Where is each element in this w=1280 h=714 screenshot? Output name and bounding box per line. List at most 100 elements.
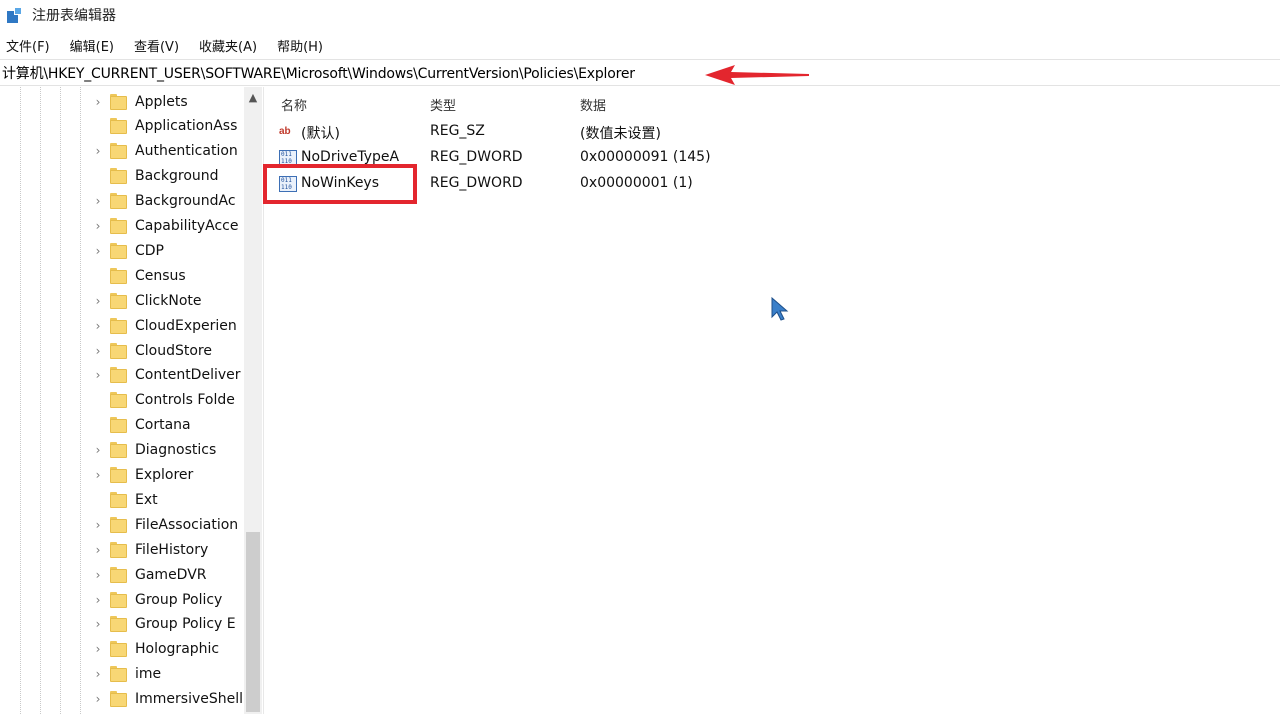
folder-icon: [110, 317, 127, 334]
value-name: NoDriveTypeA: [301, 149, 400, 165]
scroll-thumb[interactable]: [246, 532, 260, 712]
chevron-right-icon[interactable]: ›: [92, 95, 104, 109]
tree-item[interactable]: › CDP: [92, 238, 252, 263]
tree-item[interactable]: › Authentication: [92, 139, 252, 164]
tree-item[interactable]: ApplicationAss: [92, 114, 252, 139]
tree-item-label: BackgroundAc: [135, 193, 236, 210]
chevron-right-icon[interactable]: ›: [92, 593, 104, 607]
value-data: 0x00000091 (145): [580, 149, 711, 165]
tree-item[interactable]: › ClickNote: [92, 288, 252, 313]
folder-icon: [110, 591, 127, 608]
tree-scrollbar[interactable]: ▲: [244, 87, 262, 714]
folder-icon: [110, 616, 127, 633]
column-header-type[interactable]: 类型: [430, 95, 456, 114]
tree-item-label: CloudStore: [135, 342, 212, 359]
folder-icon: [110, 193, 127, 210]
tree-item[interactable]: › Explorer: [92, 463, 252, 488]
tree-item-label: FileAssociation: [135, 516, 239, 533]
annotation-highlight-box: [263, 164, 417, 204]
menu-view[interactable]: 查看(V): [134, 36, 179, 55]
folder-icon: [110, 143, 127, 160]
address-bar[interactable]: 计算机\HKEY_CURRENT_USER\SOFTWARE\Microsoft…: [0, 59, 1280, 86]
tree-item-label: Explorer: [135, 467, 194, 483]
tree-item-label: Authentication: [135, 143, 238, 160]
folder-icon: [110, 666, 127, 683]
value-type: REG_SZ: [430, 123, 485, 139]
menu-edit[interactable]: 编辑(E): [70, 36, 114, 55]
chevron-right-icon[interactable]: ›: [92, 144, 104, 158]
tree-item-label: ApplicationAss: [135, 118, 238, 135]
chevron-right-icon[interactable]: ›: [92, 518, 104, 532]
tree-item[interactable]: › Diagnostics: [92, 438, 252, 463]
chevron-right-icon[interactable]: ›: [92, 194, 104, 208]
values-pane[interactable]: 名称 类型 数据 ab (默认) REG_SZ (数值未设置) 011 110 N…: [270, 87, 1280, 714]
chevron-right-icon[interactable]: ›: [92, 692, 104, 706]
tree-item-label: CloudExperien: [135, 317, 237, 334]
tree-item[interactable]: Background: [92, 164, 252, 189]
tree-item[interactable]: › Applets: [92, 89, 252, 114]
folder-icon: [110, 442, 127, 459]
folder-icon: [110, 292, 127, 309]
registry-editor-icon: [6, 6, 24, 24]
chevron-right-icon[interactable]: ›: [92, 642, 104, 656]
chevron-right-icon[interactable]: ›: [92, 468, 104, 482]
tree-item[interactable]: › CloudStore: [92, 338, 252, 363]
chevron-right-icon[interactable]: ›: [92, 443, 104, 457]
chevron-right-icon[interactable]: ›: [92, 319, 104, 333]
tree-item[interactable]: › Holographic: [92, 637, 252, 662]
chevron-right-icon[interactable]: ›: [92, 368, 104, 382]
folder-icon: [110, 691, 127, 708]
tree-item-label: Holographic: [135, 641, 220, 658]
tree-item[interactable]: › ContentDeliver: [92, 363, 252, 388]
folder-icon: [110, 342, 127, 359]
tree-item[interactable]: Ext: [92, 487, 252, 512]
value-data: 0x00000001 (1): [580, 175, 693, 191]
tree-item-label: Controls Folde: [135, 392, 235, 409]
tree-item-label: FileHistory: [135, 541, 209, 558]
tree-item-label: ime: [135, 666, 162, 683]
chevron-right-icon[interactable]: ›: [92, 543, 104, 557]
tree-item[interactable]: Census: [92, 263, 252, 288]
chevron-right-icon[interactable]: ›: [92, 244, 104, 258]
tree-item[interactable]: › CapabilityAcce: [92, 214, 252, 239]
tree-item-label: Census: [135, 267, 186, 284]
folder-icon: [110, 118, 127, 135]
tree-item[interactable]: › Group Policy: [92, 587, 252, 612]
tree-item[interactable]: Controls Folde: [92, 388, 252, 413]
tree-item[interactable]: › CloudExperien: [92, 313, 252, 338]
folder-icon: [110, 417, 127, 434]
address-path[interactable]: 计算机\HKEY_CURRENT_USER\SOFTWARE\Microsoft…: [2, 63, 635, 83]
column-header-name[interactable]: 名称: [281, 95, 307, 114]
key-tree[interactable]: › Applets ApplicationAss › Authentication Bac…: [0, 87, 264, 714]
scroll-up-icon[interactable]: ▲: [244, 89, 262, 107]
tree-item-label: ClickNote: [135, 292, 202, 309]
chevron-right-icon[interactable]: ›: [92, 294, 104, 308]
chevron-right-icon[interactable]: ›: [92, 344, 104, 358]
tree-item[interactable]: Cortana: [92, 413, 252, 438]
tree-item[interactable]: › FileHistory: [92, 537, 252, 562]
annotation-arrow-icon: [705, 65, 809, 85]
tree-item[interactable]: › FileAssociation: [92, 512, 252, 537]
tree-item[interactable]: › Group Policy E: [92, 612, 252, 637]
folder-icon: [110, 218, 127, 234]
tree-item-label: Ext: [135, 491, 158, 508]
chevron-right-icon[interactable]: ›: [92, 667, 104, 681]
folder-icon: [110, 491, 127, 508]
value-row[interactable]: ab (默认) REG_SZ (数值未设置): [270, 119, 970, 145]
chevron-right-icon[interactable]: ›: [92, 219, 104, 233]
menu-help[interactable]: 帮助(H): [277, 36, 323, 55]
chevron-right-icon[interactable]: ›: [92, 568, 104, 582]
column-header-data[interactable]: 数据: [580, 95, 606, 114]
tree-item[interactable]: › ImmersiveShell: [92, 687, 252, 712]
tree-item-label: Cortana: [135, 417, 191, 434]
tree-item-label: CapabilityAcce: [135, 218, 239, 234]
value-name: (默认): [301, 126, 340, 142]
chevron-right-icon[interactable]: ›: [92, 617, 104, 631]
tree-item[interactable]: › BackgroundAc: [92, 189, 252, 214]
tree-item[interactable]: › GameDVR: [92, 562, 252, 587]
tree-item-label: Group Policy E: [135, 616, 236, 633]
menu-file[interactable]: 文件(F): [6, 36, 50, 55]
tree-item[interactable]: › ime: [92, 662, 252, 687]
tree-item-label: Applets: [135, 93, 188, 110]
menu-favorites[interactable]: 收藏夹(A): [199, 36, 257, 55]
